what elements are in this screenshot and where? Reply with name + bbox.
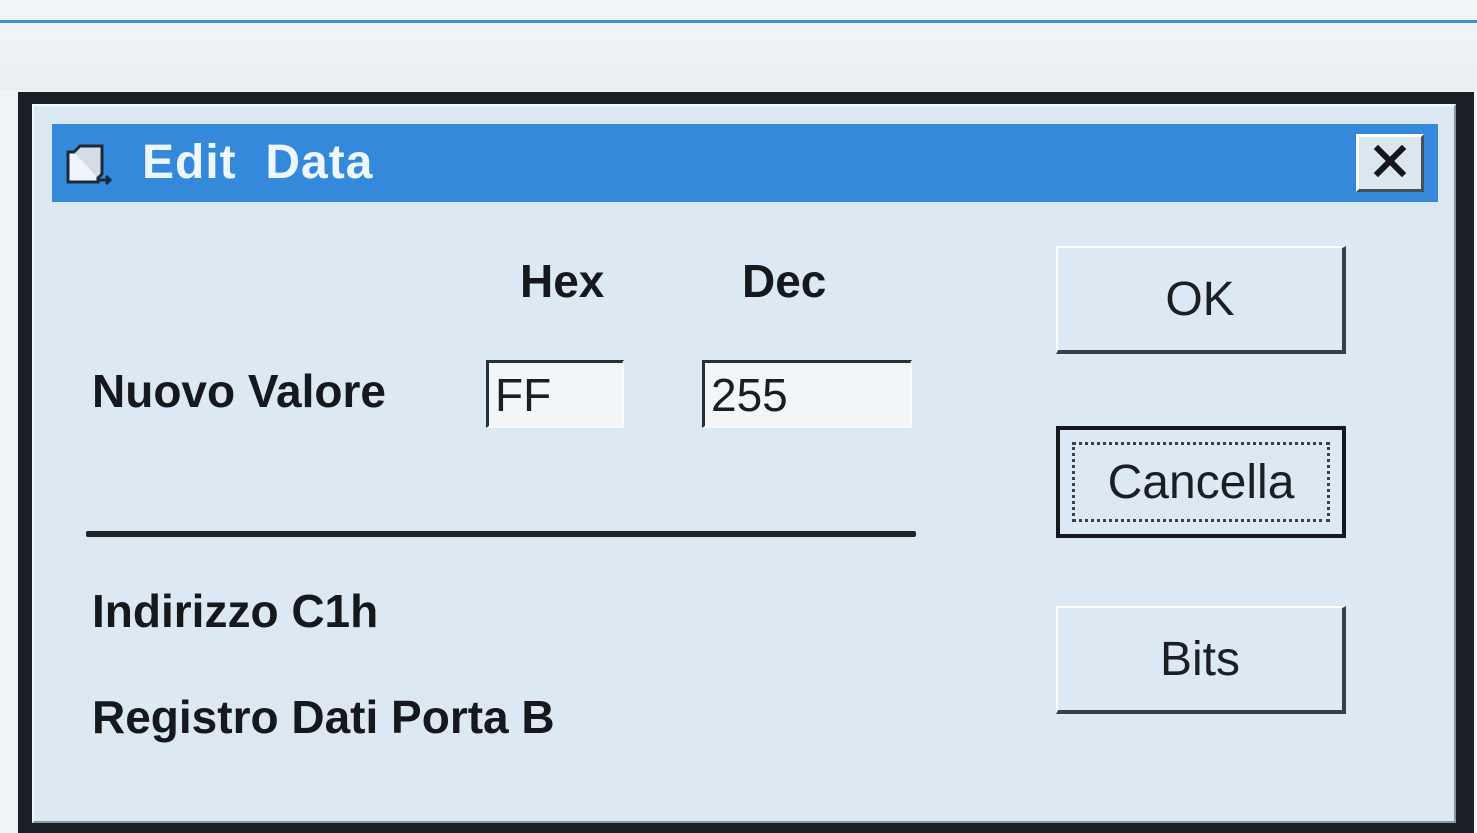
new-value-label: Nuovo Valore	[92, 365, 386, 417]
bits-button[interactable]: Bits	[1056, 606, 1346, 714]
register-label: Registro Dati Porta B	[92, 691, 555, 743]
divider	[86, 531, 916, 537]
title-bar[interactable]: Edit Data	[52, 124, 1438, 202]
ok-button-label: OK	[1165, 272, 1235, 326]
hex-value-input[interactable]: FF	[486, 360, 624, 428]
dialog-body: Edit Data Hex Dec Nuovo Valore FF 255 In…	[32, 104, 1456, 823]
dec-column-label: Dec	[742, 255, 827, 307]
close-button[interactable]	[1356, 134, 1424, 192]
dec-value-input[interactable]: 255	[702, 360, 912, 428]
hex-column-label: Hex	[520, 255, 605, 307]
address-label: Indirizzo C1h	[92, 585, 379, 637]
bits-button-label: Bits	[1159, 632, 1240, 686]
window-app-icon	[66, 144, 114, 186]
background-strip	[0, 0, 1477, 90]
window-title: Edit Data	[142, 136, 374, 189]
ok-button[interactable]: OK	[1056, 246, 1346, 354]
edit-data-dialog: Edit Data Hex Dec Nuovo Valore FF 255 In…	[18, 92, 1474, 833]
cancel-button[interactable]: Cancella	[1056, 426, 1346, 538]
cancel-button-label: Cancella	[1107, 455, 1295, 509]
background-line	[0, 20, 1477, 23]
close-icon	[1373, 144, 1407, 183]
